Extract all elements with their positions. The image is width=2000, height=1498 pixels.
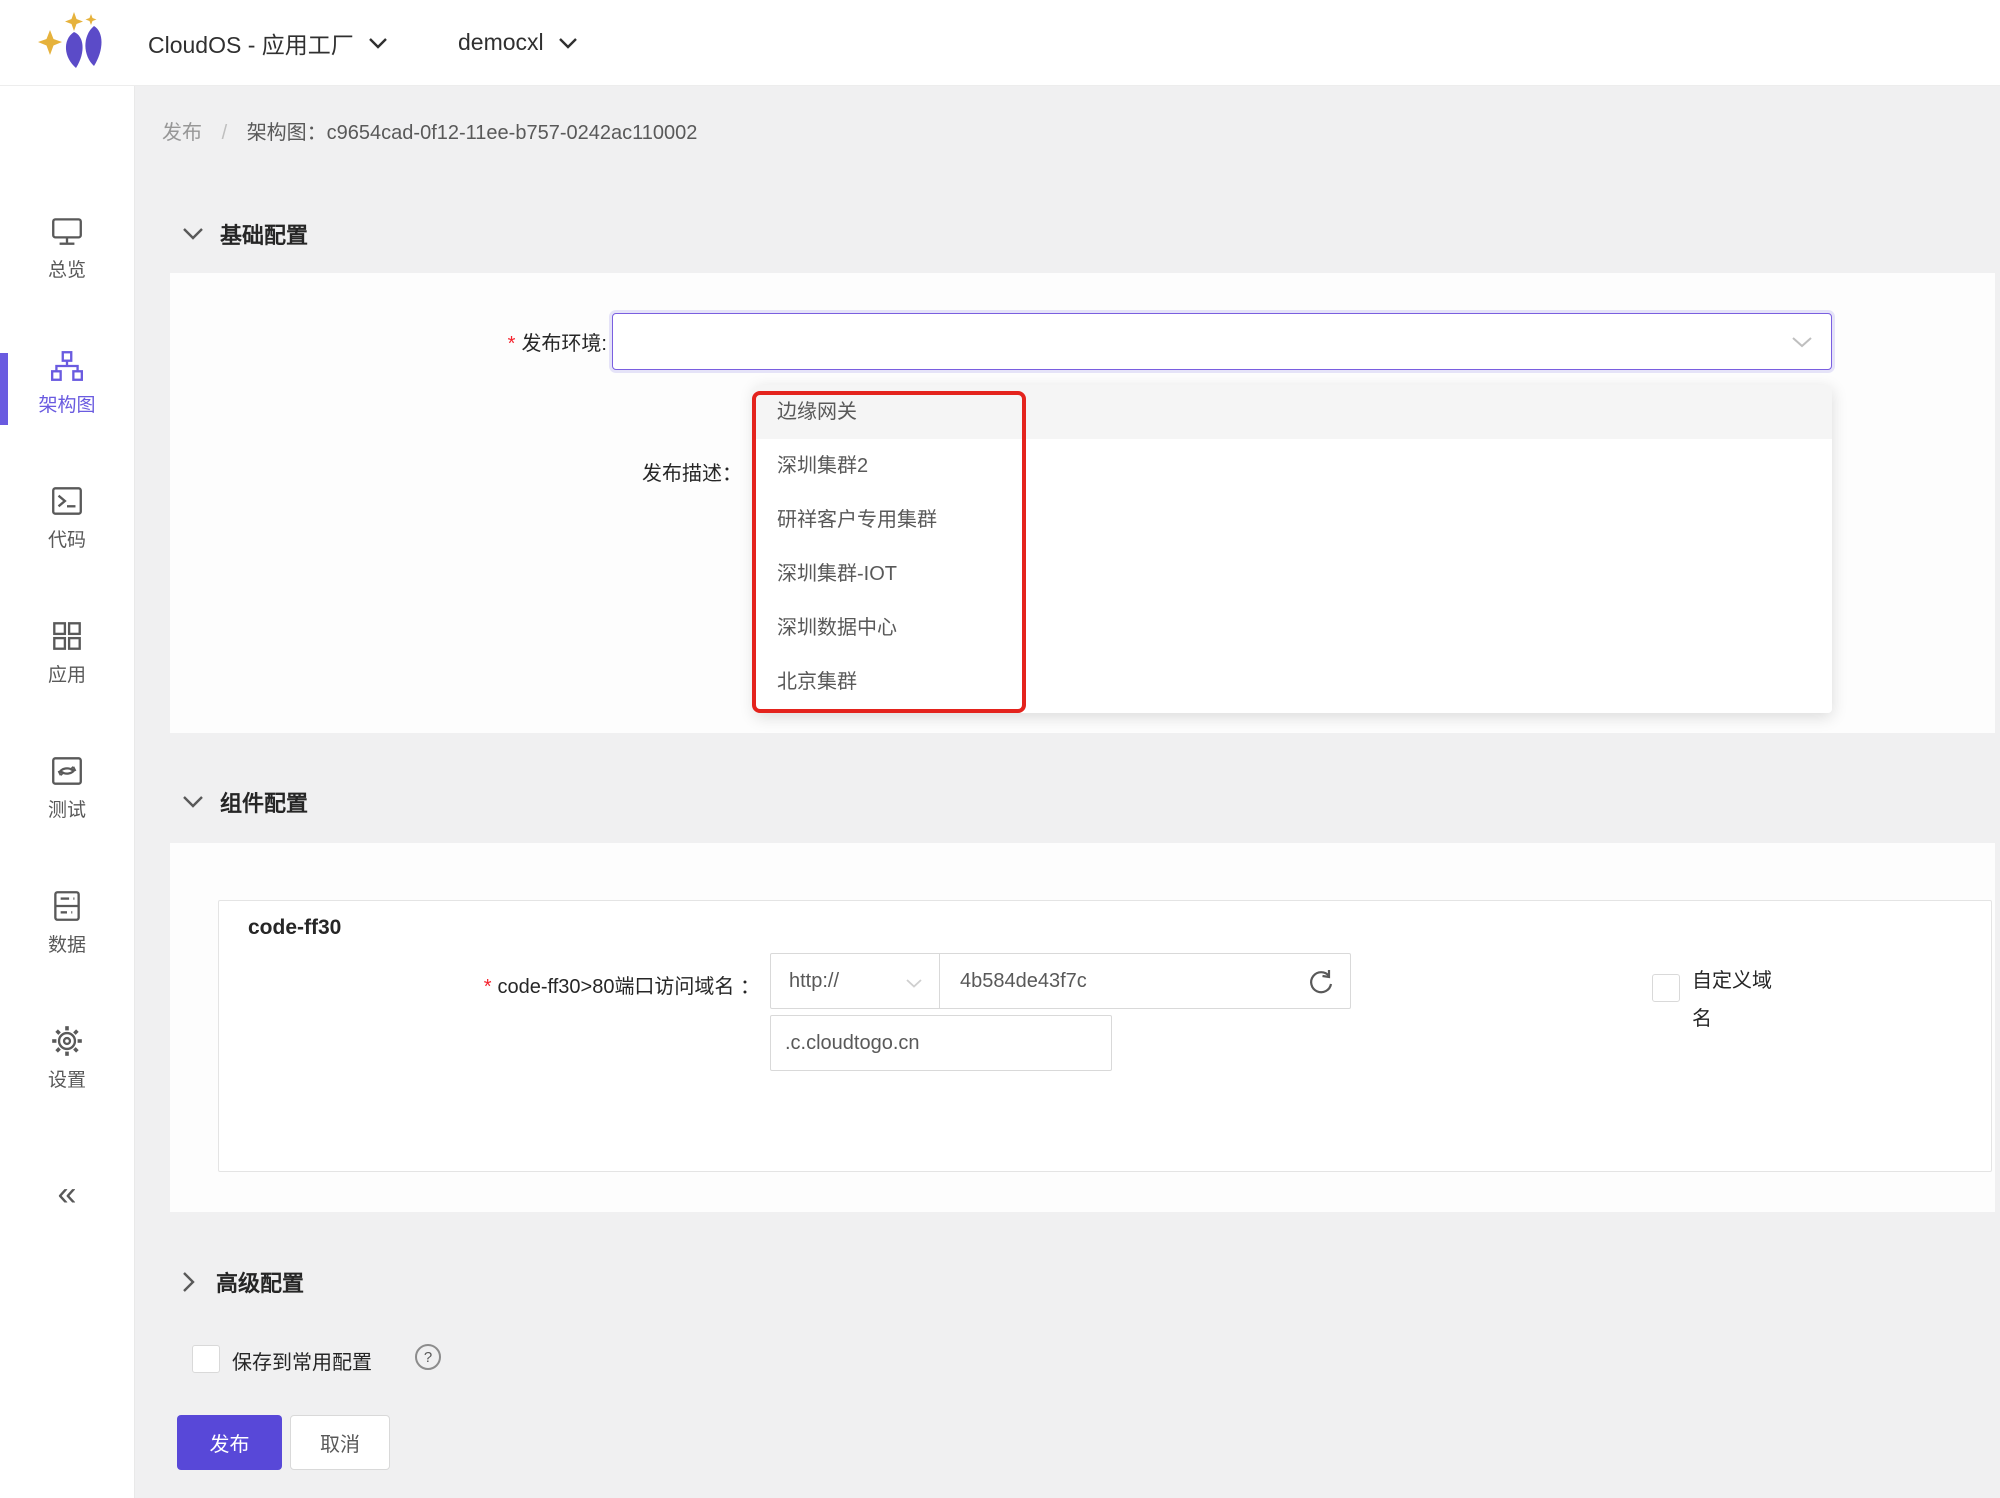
breadcrumb-current: 架构图：c9654cad-0f12-11ee-b757-0242ac110002 xyxy=(247,122,698,144)
sidebar-item-data[interactable]: 数据 xyxy=(0,888,134,957)
sidebar-item-settings[interactable]: 设置 xyxy=(0,1023,134,1092)
chevron-down-icon xyxy=(558,37,578,49)
apps-icon xyxy=(49,618,85,654)
top-header: CloudOS - 应用工厂 democxl xyxy=(0,0,2000,86)
save-common-config-checkbox[interactable] xyxy=(192,1345,220,1373)
domain-input[interactable]: 4b584de43f7c xyxy=(939,953,1351,1009)
cancel-button[interactable]: 取消 xyxy=(290,1415,390,1470)
test-sync-icon xyxy=(49,753,85,789)
monitor-icon xyxy=(49,213,85,249)
chevron-right-icon xyxy=(182,1271,196,1293)
sidebar-item-test[interactable]: 测试 xyxy=(0,753,134,822)
sitemap-icon xyxy=(49,348,85,384)
sidebar-item-label: 架构图 xyxy=(38,390,95,417)
save-common-config-label[interactable]: 保存到常用配置 xyxy=(232,1346,372,1375)
required-marker: * xyxy=(508,333,516,355)
section-component-config[interactable]: 组件配置 xyxy=(182,786,308,818)
chevron-down-icon xyxy=(368,37,388,49)
database-icon xyxy=(49,888,85,924)
chevron-down-icon xyxy=(182,795,204,809)
dropdown-option[interactable]: 北京集群 xyxy=(755,655,1832,709)
dropdown-option[interactable]: 深圳数据中心 xyxy=(755,601,1832,655)
custom-domain-checkbox[interactable] xyxy=(1652,974,1680,1002)
sidebar-item-apps[interactable]: 应用 xyxy=(0,618,134,687)
publish-desc-label: 发布描述： xyxy=(500,457,742,486)
component-name: code-ff30 xyxy=(248,916,341,940)
publish-env-label: *发布环境: xyxy=(400,327,607,356)
sidebar-nav: 总览 架构图 代码 应用 xyxy=(0,85,135,1498)
dropdown-option[interactable]: 边缘网关 xyxy=(755,385,1832,439)
dropdown-option[interactable]: 深圳集群2 xyxy=(755,439,1832,493)
sidebar-item-label: 应用 xyxy=(48,660,86,687)
product-switcher[interactable]: CloudOS - 应用工厂 xyxy=(148,0,388,85)
workspace-name: democxl xyxy=(458,29,544,56)
sidebar-item-overview[interactable]: 总览 xyxy=(0,213,134,282)
chevron-down-icon xyxy=(1791,336,1813,349)
help-icon[interactable]: ? xyxy=(415,1344,441,1370)
publish-env-dropdown: 边缘网关 深圳集群2 研祥客户专用集群 深圳集群-IOT 深圳数据中心 北京集群 xyxy=(755,385,1832,713)
dropdown-option[interactable]: 深圳集群-IOT xyxy=(755,547,1832,601)
breadcrumb-section[interactable]: 发布 xyxy=(162,122,202,144)
domain-field-label: *code-ff30>80端口访问域名 ： xyxy=(410,970,760,999)
custom-domain-label[interactable]: 自定义域名 xyxy=(1692,962,1784,1038)
section-title: 基础配置 xyxy=(220,218,308,250)
sidebar-item-label: 测试 xyxy=(48,795,86,822)
section-title: 高级配置 xyxy=(216,1266,304,1298)
chevron-down-icon xyxy=(182,227,204,241)
domain-suffix-box: .c.cloudtogo.cn xyxy=(770,1015,1112,1071)
protocol-value: http:// xyxy=(789,970,839,993)
sidebar-item-label: 数据 xyxy=(48,930,86,957)
section-advanced-config[interactable]: 高级配置 xyxy=(182,1266,304,1298)
required-marker: * xyxy=(484,976,492,998)
sidebar-item-label: 设置 xyxy=(48,1065,86,1092)
publish-env-select[interactable] xyxy=(612,313,1832,370)
workspace-switcher[interactable]: democxl xyxy=(458,0,578,85)
chevron-down-icon xyxy=(905,978,923,989)
breadcrumb-separator: / xyxy=(222,122,228,144)
breadcrumb: 发布 / 架构图：c9654cad-0f12-11ee-b757-0242ac1… xyxy=(162,116,697,145)
domain-suffix: .c.cloudtogo.cn xyxy=(785,1032,920,1055)
sidebar-item-label: 代码 xyxy=(48,525,86,552)
cloudos-logo-icon xyxy=(36,8,116,74)
sidebar-item-label: 总览 xyxy=(48,255,86,282)
dropdown-option[interactable]: 研祥客户专用集群 xyxy=(755,493,1832,547)
sidebar-collapse-button[interactable]: « xyxy=(0,1177,134,1211)
app-root: CloudOS - 应用工厂 democxl 总览 架构图 xyxy=(0,0,2000,1498)
gear-icon xyxy=(49,1023,85,1059)
product-title: CloudOS - 应用工厂 xyxy=(148,26,354,60)
terminal-icon xyxy=(49,483,85,519)
refresh-icon[interactable] xyxy=(1306,968,1334,996)
publish-button[interactable]: 发布 xyxy=(177,1415,282,1470)
sidebar-item-architecture[interactable]: 架构图 xyxy=(0,348,134,417)
section-title: 组件配置 xyxy=(220,786,308,818)
protocol-select[interactable]: http:// xyxy=(770,953,940,1009)
sidebar-item-code[interactable]: 代码 xyxy=(0,483,134,552)
domain-value: 4b584de43f7c xyxy=(960,970,1087,993)
section-basic-config[interactable]: 基础配置 xyxy=(182,218,308,250)
